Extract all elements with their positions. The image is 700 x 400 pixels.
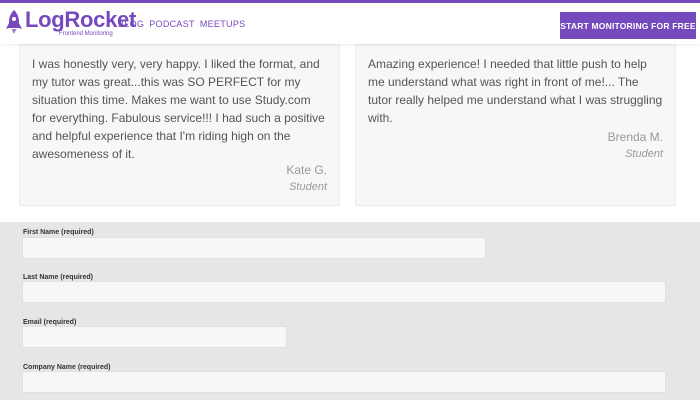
nav-meetups-link[interactable]: MEETUPS: [200, 19, 246, 29]
signup-form: First Name (required) Last Name (require…: [0, 222, 700, 400]
nav-podcast-link[interactable]: PODCAST: [149, 19, 195, 29]
company-name-label: Company Name (required): [23, 364, 111, 371]
rocket-icon: [6, 10, 22, 34]
last-name-label: Last Name (required): [23, 274, 94, 281]
company-name-input[interactable]: [22, 371, 666, 393]
testimonial-author: Kate G.: [286, 163, 327, 177]
testimonial-card: I was honestly very, very happy. I liked…: [19, 44, 340, 206]
first-name-input[interactable]: [22, 237, 486, 259]
logo-tagline: Frontend Monitoring: [59, 31, 113, 37]
testimonial-author: Brenda M.: [607, 130, 663, 144]
testimonial-text: Amazing experience! I needed that little…: [368, 57, 663, 125]
first-name-label: First Name (required): [23, 229, 94, 236]
email-label: Email (required): [23, 319, 77, 326]
main-nav: BLOG PODCAST MEETUPS: [118, 19, 245, 29]
testimonial-card: Amazing experience! I needed that little…: [355, 44, 676, 206]
testimonial-role: Student: [289, 181, 327, 193]
start-monitoring-button[interactable]: START MONITORING FOR FREE: [560, 12, 696, 39]
testimonial-text: I was honestly very, very happy. I liked…: [32, 57, 325, 161]
testimonial-role: Student: [625, 148, 663, 160]
last-name-input[interactable]: [22, 281, 666, 303]
top-navigation-bar: LogRocket Frontend Monitoring BLOG PODCA…: [0, 0, 700, 44]
logrocket-logo[interactable]: LogRocket Frontend Monitoring: [6, 9, 136, 38]
testimonials-section: I was honestly very, very happy. I liked…: [0, 44, 700, 222]
email-input[interactable]: [22, 326, 287, 348]
nav-blog-link[interactable]: BLOG: [118, 19, 144, 29]
